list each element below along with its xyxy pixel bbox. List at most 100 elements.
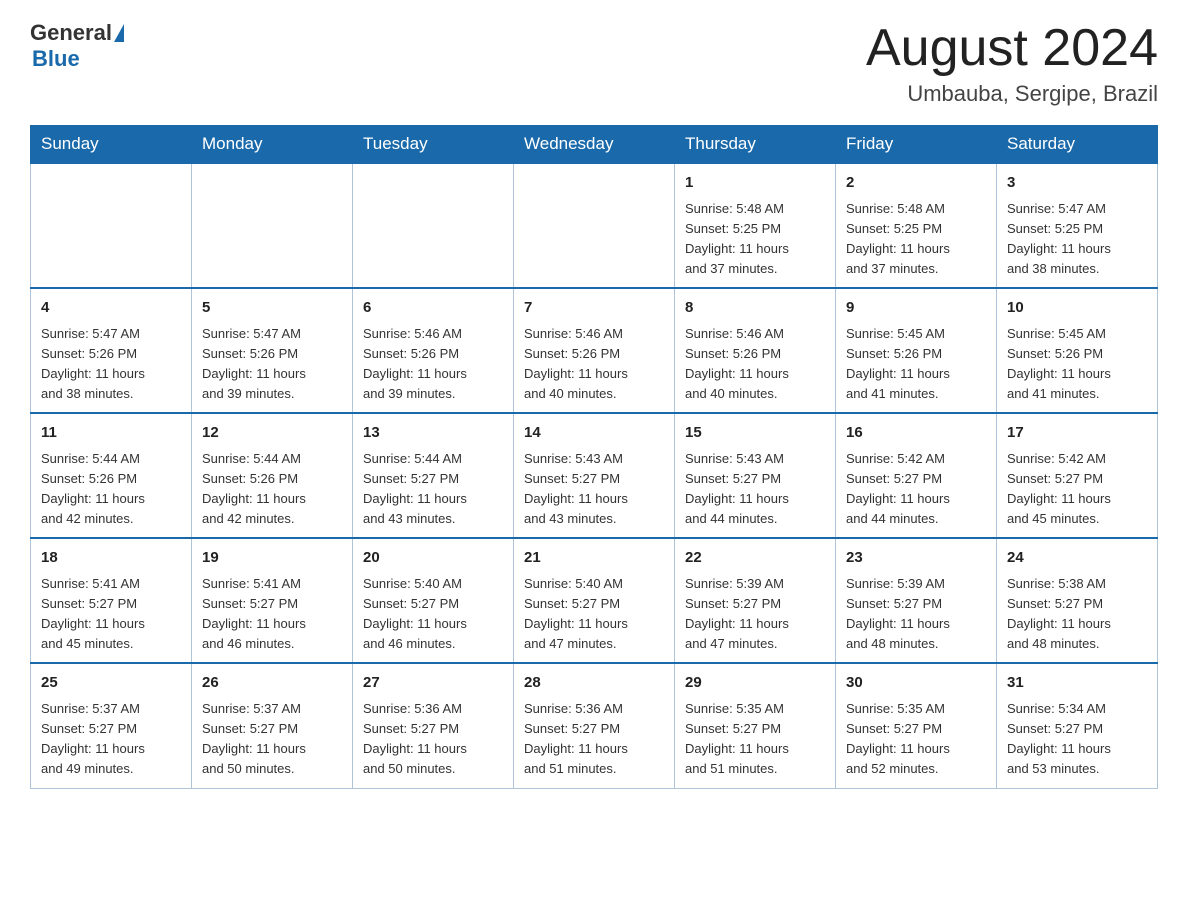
day-cell: 22 Sunrise: 5:39 AMSunset: 5:27 PMDayligh… (675, 538, 836, 663)
day-info: Sunrise: 5:44 AMSunset: 5:27 PMDaylight:… (363, 449, 503, 530)
day-header-tuesday: Tuesday (353, 126, 514, 164)
day-number: 3 (1007, 172, 1147, 195)
logo-blue-text: Blue (32, 46, 80, 71)
day-info: Sunrise: 5:45 AMSunset: 5:26 PMDaylight:… (1007, 324, 1147, 405)
day-info: Sunrise: 5:41 AMSunset: 5:27 PMDaylight:… (202, 574, 342, 655)
day-cell: 5Sunrise: 5:47 AMSunset: 5:26 PMDaylight… (192, 288, 353, 413)
day-header-friday: Friday (836, 126, 997, 164)
day-info: Sunrise: 5:47 AMSunset: 5:26 PMDaylight:… (41, 324, 181, 405)
day-info: Sunrise: 5:48 AMSunset: 5:25 PMDaylight:… (685, 199, 825, 280)
day-info: Sunrise: 5:42 AMSunset: 5:27 PMDaylight:… (1007, 449, 1147, 530)
day-cell: 23 Sunrise: 5:39 AMSunset: 5:27 PMDayligh… (836, 538, 997, 663)
day-cell: 10 Sunrise: 5:45 AMSunset: 5:26 PMDayligh… (997, 288, 1158, 413)
day-info: Sunrise: 5:43 AMSunset: 5:27 PMDaylight:… (524, 449, 664, 530)
day-info: Sunrise: 5:35 AMSunset: 5:27 PMDaylight:… (846, 699, 986, 780)
day-number: 17 (1007, 422, 1147, 445)
day-number: 11 (41, 422, 181, 445)
week-row-4: 18 Sunrise: 5:41 AMSunset: 5:27 PMDayligh… (31, 538, 1158, 663)
month-title: August 2024 (866, 20, 1158, 77)
day-info: Sunrise: 5:42 AMSunset: 5:27 PMDaylight:… (846, 449, 986, 530)
day-info: Sunrise: 5:39 AMSunset: 5:27 PMDaylight:… (846, 574, 986, 655)
day-header-monday: Monday (192, 126, 353, 164)
day-info: Sunrise: 5:38 AMSunset: 5:27 PMDaylight:… (1007, 574, 1147, 655)
day-cell (31, 163, 192, 288)
week-row-5: 25 Sunrise: 5:37 AMSunset: 5:27 PMDayligh… (31, 663, 1158, 788)
day-number: 8 (685, 297, 825, 320)
day-cell: 19 Sunrise: 5:41 AMSunset: 5:27 PMDayligh… (192, 538, 353, 663)
day-cell: 28 Sunrise: 5:36 AMSunset: 5:27 PMDayligh… (514, 663, 675, 788)
day-number: 10 (1007, 297, 1147, 320)
day-cell: 17 Sunrise: 5:42 AMSunset: 5:27 PMDayligh… (997, 413, 1158, 538)
day-info: Sunrise: 5:46 AMSunset: 5:26 PMDaylight:… (685, 324, 825, 405)
day-number: 18 (41, 547, 181, 570)
day-cell: 1 Sunrise: 5:48 AMSunset: 5:25 PMDaylight… (675, 163, 836, 288)
day-info: Sunrise: 5:37 AMSunset: 5:27 PMDaylight:… (41, 699, 181, 780)
day-number: 27 (363, 672, 503, 695)
day-info: Sunrise: 5:44 AMSunset: 5:26 PMDaylight:… (41, 449, 181, 530)
day-cell: 13 Sunrise: 5:44 AMSunset: 5:27 PMDayligh… (353, 413, 514, 538)
day-cell: 27Sunrise: 5:36 AMSunset: 5:27 PMDayligh… (353, 663, 514, 788)
day-info: Sunrise: 5:36 AMSunset: 5:27 PMDaylight:… (524, 699, 664, 780)
day-number: 16 (846, 422, 986, 445)
logo: General Blue (30, 20, 126, 72)
day-number: 2 (846, 172, 986, 195)
day-cell: 29 Sunrise: 5:35 AMSunset: 5:27 PMDayligh… (675, 663, 836, 788)
calendar-table: SundayMondayTuesdayWednesdayThursdayFrid… (30, 125, 1158, 788)
day-header-wednesday: Wednesday (514, 126, 675, 164)
day-info: Sunrise: 5:40 AMSunset: 5:27 PMDaylight:… (363, 574, 503, 655)
day-cell (353, 163, 514, 288)
week-row-1: 1 Sunrise: 5:48 AMSunset: 5:25 PMDaylight… (31, 163, 1158, 288)
day-info: Sunrise: 5:47 AMSunset: 5:26 PMDaylight:… (202, 324, 342, 405)
day-cell: 15Sunrise: 5:43 AMSunset: 5:27 PMDayligh… (675, 413, 836, 538)
day-number: 30 (846, 672, 986, 695)
day-cell: 14 Sunrise: 5:43 AMSunset: 5:27 PMDayligh… (514, 413, 675, 538)
day-cell: 9Sunrise: 5:45 AMSunset: 5:26 PMDaylight… (836, 288, 997, 413)
day-info: Sunrise: 5:46 AMSunset: 5:26 PMDaylight:… (363, 324, 503, 405)
day-number: 13 (363, 422, 503, 445)
day-number: 4 (41, 297, 181, 320)
title-block: August 2024 Umbauba, Sergipe, Brazil (866, 20, 1158, 107)
day-cell: 31Sunrise: 5:34 AMSunset: 5:27 PMDayligh… (997, 663, 1158, 788)
day-cell: 3Sunrise: 5:47 AMSunset: 5:25 PMDaylight… (997, 163, 1158, 288)
day-number: 9 (846, 297, 986, 320)
day-cell: 11 Sunrise: 5:44 AMSunset: 5:26 PMDayligh… (31, 413, 192, 538)
day-cell: 8 Sunrise: 5:46 AMSunset: 5:26 PMDaylight… (675, 288, 836, 413)
day-header-thursday: Thursday (675, 126, 836, 164)
location-title: Umbauba, Sergipe, Brazil (866, 81, 1158, 107)
day-cell: 30 Sunrise: 5:35 AMSunset: 5:27 PMDayligh… (836, 663, 997, 788)
day-number: 28 (524, 672, 664, 695)
day-cell: 24 Sunrise: 5:38 AMSunset: 5:27 PMDayligh… (997, 538, 1158, 663)
day-info: Sunrise: 5:40 AMSunset: 5:27 PMDaylight:… (524, 574, 664, 655)
day-number: 15 (685, 422, 825, 445)
day-number: 29 (685, 672, 825, 695)
day-number: 1 (685, 172, 825, 195)
day-cell: 25 Sunrise: 5:37 AMSunset: 5:27 PMDayligh… (31, 663, 192, 788)
day-cell: 4 Sunrise: 5:47 AMSunset: 5:26 PMDaylight… (31, 288, 192, 413)
day-cell: 2Sunrise: 5:48 AMSunset: 5:25 PMDaylight… (836, 163, 997, 288)
day-number: 21 (524, 547, 664, 570)
logo-triangle-icon (114, 24, 124, 42)
day-number: 31 (1007, 672, 1147, 695)
week-row-3: 11 Sunrise: 5:44 AMSunset: 5:26 PMDayligh… (31, 413, 1158, 538)
day-info: Sunrise: 5:41 AMSunset: 5:27 PMDaylight:… (41, 574, 181, 655)
day-number: 26 (202, 672, 342, 695)
week-row-2: 4 Sunrise: 5:47 AMSunset: 5:26 PMDaylight… (31, 288, 1158, 413)
day-number: 7 (524, 297, 664, 320)
day-cell: 6 Sunrise: 5:46 AMSunset: 5:26 PMDaylight… (353, 288, 514, 413)
day-number: 22 (685, 547, 825, 570)
day-number: 23 (846, 547, 986, 570)
day-number: 24 (1007, 547, 1147, 570)
day-number: 14 (524, 422, 664, 445)
day-cell: 7 Sunrise: 5:46 AMSunset: 5:26 PMDaylight… (514, 288, 675, 413)
day-info: Sunrise: 5:46 AMSunset: 5:26 PMDaylight:… (524, 324, 664, 405)
day-number: 12 (202, 422, 342, 445)
day-number: 25 (41, 672, 181, 695)
day-number: 20 (363, 547, 503, 570)
day-info: Sunrise: 5:39 AMSunset: 5:27 PMDaylight:… (685, 574, 825, 655)
day-cell: 26 Sunrise: 5:37 AMSunset: 5:27 PMDayligh… (192, 663, 353, 788)
day-info: Sunrise: 5:35 AMSunset: 5:27 PMDaylight:… (685, 699, 825, 780)
day-number: 19 (202, 547, 342, 570)
logo-general-text: General (30, 20, 112, 46)
day-info: Sunrise: 5:37 AMSunset: 5:27 PMDaylight:… (202, 699, 342, 780)
day-number: 6 (363, 297, 503, 320)
